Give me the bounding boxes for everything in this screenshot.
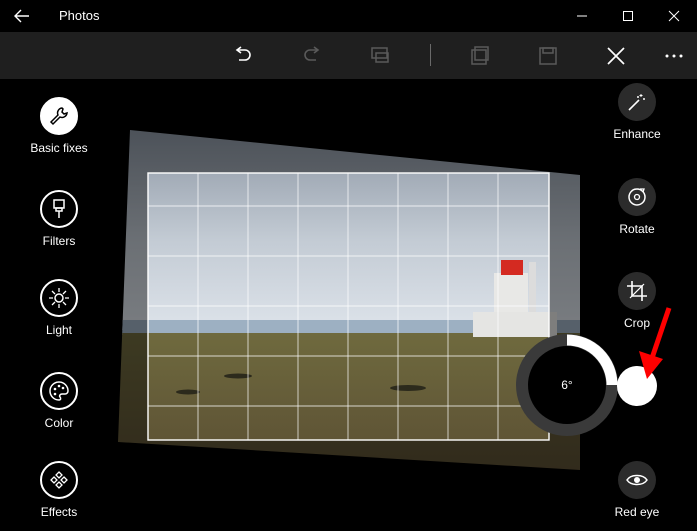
effects-label: Effects — [40, 505, 78, 519]
light-circle — [40, 279, 78, 317]
cancel-button[interactable] — [600, 40, 632, 72]
compare-icon — [371, 47, 389, 63]
color-circle — [40, 372, 78, 410]
photo-canvas[interactable] — [118, 130, 580, 470]
crop-icon — [627, 281, 647, 301]
effects-tab[interactable]: Effects — [9, 461, 109, 519]
palette-icon — [49, 381, 69, 401]
close-icon — [607, 47, 625, 65]
minimize-button[interactable] — [559, 0, 605, 32]
filters-label: Filters — [42, 234, 76, 248]
filters-circle — [40, 190, 78, 228]
brush-icon — [53, 199, 65, 218]
close-icon — [668, 10, 680, 22]
back-arrow-icon — [14, 9, 29, 23]
magic-wand-icon — [628, 94, 645, 111]
enhance-label: Enhance — [613, 127, 661, 141]
minimize-icon — [577, 15, 587, 17]
light-tab[interactable]: Light — [9, 279, 109, 337]
back-button[interactable] — [10, 5, 34, 27]
filters-tab[interactable]: Filters — [9, 190, 109, 248]
enhance-button[interactable]: Enhance — [592, 83, 682, 141]
color-label: Color — [44, 416, 74, 430]
rotation-value: 6° — [528, 346, 606, 424]
more-icon — [665, 54, 683, 58]
save-icon — [539, 47, 557, 65]
red-eye-button[interactable]: Red eye — [592, 461, 682, 519]
compare-button[interactable] — [364, 40, 396, 72]
enhance-circle — [618, 83, 656, 121]
color-tab[interactable]: Color — [9, 372, 109, 430]
maximize-button[interactable] — [605, 0, 651, 32]
save-copy-icon — [471, 46, 489, 65]
effects-circle — [40, 461, 78, 499]
basic-fixes-tab[interactable]: Basic fixes — [9, 97, 109, 155]
rotated-photo — [118, 130, 580, 470]
app-title: Photos — [59, 8, 100, 23]
eye-icon — [626, 474, 648, 486]
sun-icon — [49, 288, 69, 308]
edit-toolbar — [0, 32, 697, 79]
light-label: Light — [45, 323, 73, 337]
close-window-button[interactable] — [651, 0, 697, 32]
effects-icon — [50, 471, 68, 489]
basic-fixes-label: Basic fixes — [30, 141, 88, 155]
rotate-icon — [628, 188, 646, 206]
rotate-circle — [618, 178, 656, 216]
toolbar-separator — [430, 44, 431, 66]
redo-icon — [304, 46, 320, 61]
wrench-icon — [49, 107, 68, 126]
save-copy-button[interactable] — [464, 40, 496, 72]
annotation-arrow — [639, 307, 672, 379]
save-button[interactable] — [532, 40, 564, 72]
maximize-icon — [623, 11, 633, 21]
red-eye-label: Red eye — [614, 505, 660, 519]
undo-button[interactable] — [227, 40, 259, 72]
rotate-button[interactable]: Rotate — [592, 178, 682, 236]
red-eye-circle — [618, 461, 656, 499]
basic-fixes-circle — [40, 97, 78, 135]
rotate-label: Rotate — [619, 222, 655, 236]
title-bar: Photos — [0, 0, 697, 32]
more-options-button[interactable] — [658, 40, 690, 72]
redo-button[interactable] — [296, 40, 328, 72]
undo-icon — [235, 46, 251, 61]
